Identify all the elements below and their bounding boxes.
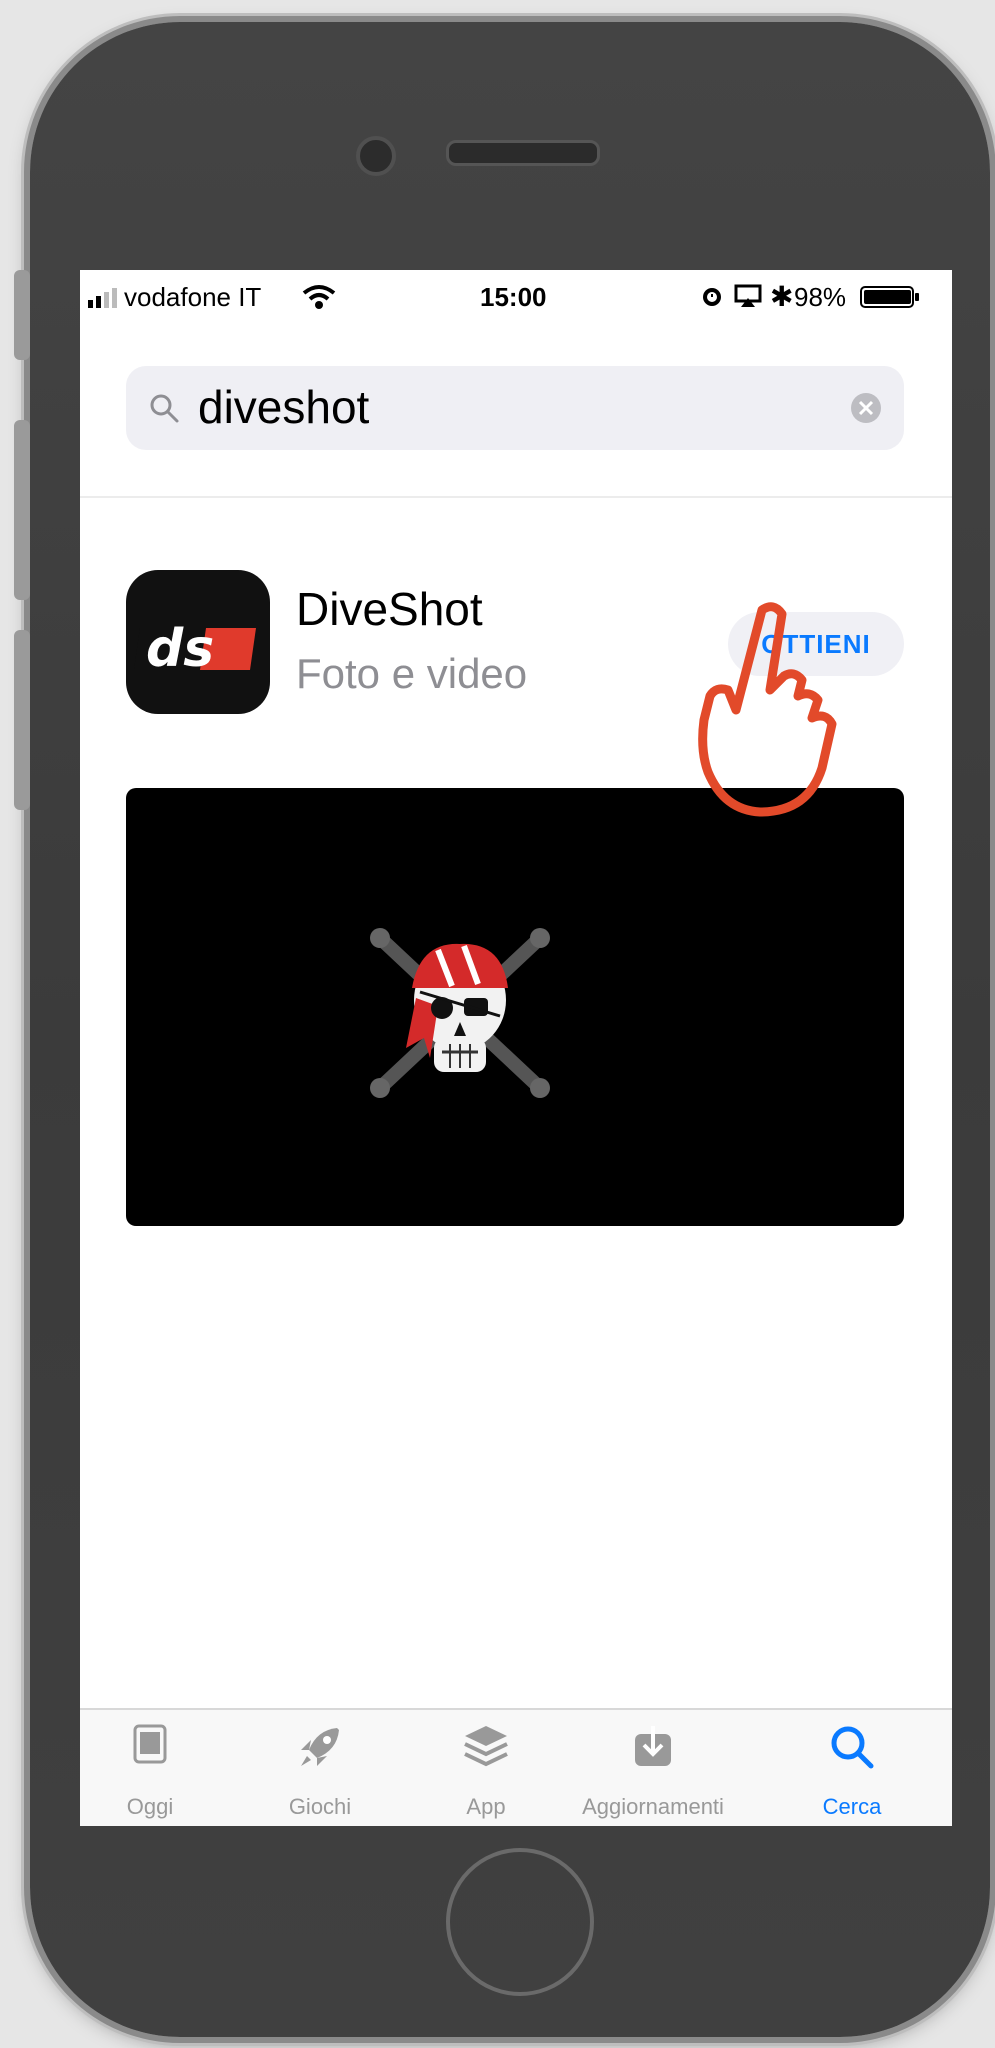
tab-label: App [466, 1794, 506, 1819]
tab-label: Oggi [126, 1794, 174, 1819]
logo-letters: ds [146, 619, 214, 679]
app-screenshot-preview[interactable] [126, 788, 904, 1226]
clear-icon[interactable] [850, 392, 882, 424]
wifi-icon [302, 285, 336, 309]
screen: vodafone IT 15:00 ✱ 98% diveshot ds Dive… [80, 270, 952, 1826]
stack-icon [464, 1726, 508, 1767]
volume-up-button [14, 420, 30, 600]
tab-app[interactable]: App [416, 1710, 556, 1826]
diveshot-logo-icon: ds [134, 619, 256, 679]
search-query: diveshot [198, 381, 370, 433]
mute-switch [14, 270, 30, 360]
earpiece-speaker [446, 140, 600, 166]
tab-oggi[interactable]: Oggi [80, 1710, 220, 1826]
header-divider [80, 496, 952, 498]
tap-hand-icon [698, 602, 837, 817]
tab-giochi[interactable]: Giochi [250, 1710, 390, 1826]
front-camera [356, 136, 396, 176]
airplay-icon [734, 284, 762, 307]
rocket-icon [301, 1728, 339, 1766]
volume-down-button [14, 630, 30, 810]
tab-aggiornamenti[interactable]: Aggiornamenti [578, 1710, 728, 1826]
alarm-icon [703, 288, 721, 306]
home-button[interactable] [446, 1848, 594, 1996]
tab-cerca[interactable]: Cerca [782, 1710, 922, 1826]
download-icon [635, 1726, 671, 1766]
tab-label: Cerca [822, 1794, 882, 1819]
app-category: Foto e video [296, 650, 528, 697]
battery-icon [860, 286, 919, 308]
today-icon [133, 1724, 167, 1764]
tab-bar: Oggi Giochi App Aggiornamenti Cerca [80, 1708, 952, 1826]
pirate-skull-icon [370, 928, 550, 1098]
tab-label: Giochi [288, 1794, 352, 1819]
signal-icon [88, 288, 117, 308]
clock: 15:00 [480, 282, 547, 312]
battery-percent: 98% [794, 282, 847, 312]
search-icon [150, 394, 179, 423]
app-icon[interactable]: ds [126, 570, 270, 714]
tab-label: Aggiornamenti [582, 1794, 724, 1819]
search-field[interactable]: diveshot [126, 366, 904, 450]
bluetooth-icon: ✱ [770, 281, 794, 312]
carrier-label: vodafone IT [124, 282, 262, 312]
app-name[interactable]: DiveShot [296, 582, 483, 636]
status-bar: vodafone IT 15:00 ✱ 98% [80, 270, 952, 326]
search-icon [831, 1726, 874, 1769]
